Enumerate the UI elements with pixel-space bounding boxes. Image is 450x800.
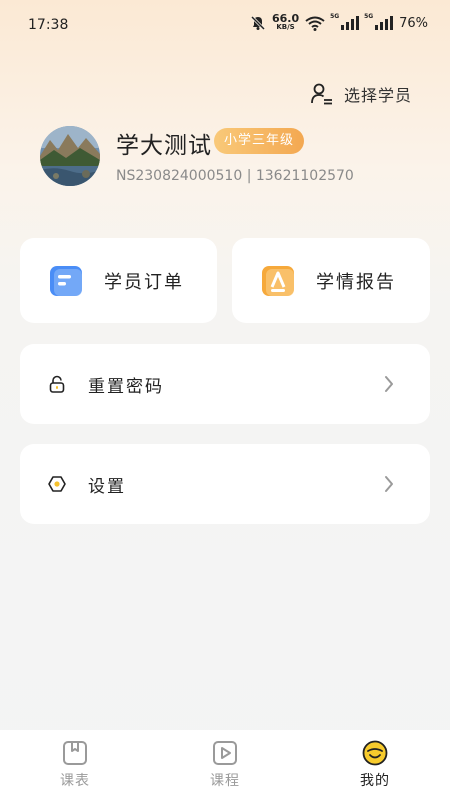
reset-password-row[interactable]: 重置密码 [20,344,430,424]
signal-2-tag: 5G [364,13,374,20]
status-bar: 17:38 66.0 KB/S 5G 5G 76% [0,0,450,50]
bottom-tab-bar: 课表 课程 我的 [0,730,450,800]
tab-timetable[interactable]: 课表 [35,740,115,790]
signal-1-tag: 5G [330,13,340,20]
student-orders-card[interactable]: 学员订单 [20,238,217,323]
select-student-button[interactable]: 选择学员 [310,82,412,106]
signal-2-icon: 5G [364,13,394,30]
report-icon [262,265,294,296]
tab-courses[interactable]: 课程 [185,740,265,790]
mute-bell-icon [250,15,266,31]
grade-badge: 小学三年级 [214,128,305,154]
net-speed-value: 66.0 [271,12,300,25]
net-speed: 66.0 KB/S [271,12,300,32]
wifi-icon [305,16,325,31]
settings-hexagon-icon [48,476,66,492]
smiley-me-icon [362,740,388,766]
student-orders-label: 学员订单 [104,271,184,293]
avatar-landscape-image [40,126,100,186]
tab-me[interactable]: 我的 [335,740,415,790]
status-time: 17:38 [28,17,69,33]
settings-label: 设置 [88,476,126,497]
user-name: 学大测试 [116,133,212,159]
chevron-right-icon [385,376,393,392]
lock-icon [49,375,65,393]
reset-password-label: 重置密码 [88,376,164,397]
signal-1-icon: 5G [330,13,360,30]
user-id-phone: NS230824000510 | 13621102570 [116,168,354,184]
net-speed-unit: KB/S [276,23,295,31]
status-icons: 66.0 KB/S 5G 5G 76% [250,12,428,32]
select-student-label: 选择学员 [344,86,413,105]
chevron-right-icon [385,476,393,492]
avatar[interactable] [40,126,100,186]
timetable-icon [63,741,87,765]
switch-user-icon [311,83,332,105]
tab-courses-label: 课程 [210,773,240,789]
learning-report-label: 学情报告 [316,271,396,293]
order-icon [50,265,82,296]
course-play-icon [213,741,237,765]
settings-row[interactable]: 设置 [20,444,430,524]
tab-me-label: 我的 [360,773,390,789]
tab-timetable-label: 课表 [60,773,90,789]
battery-level: 76% [399,15,428,31]
learning-report-card[interactable]: 学情报告 [232,238,430,323]
